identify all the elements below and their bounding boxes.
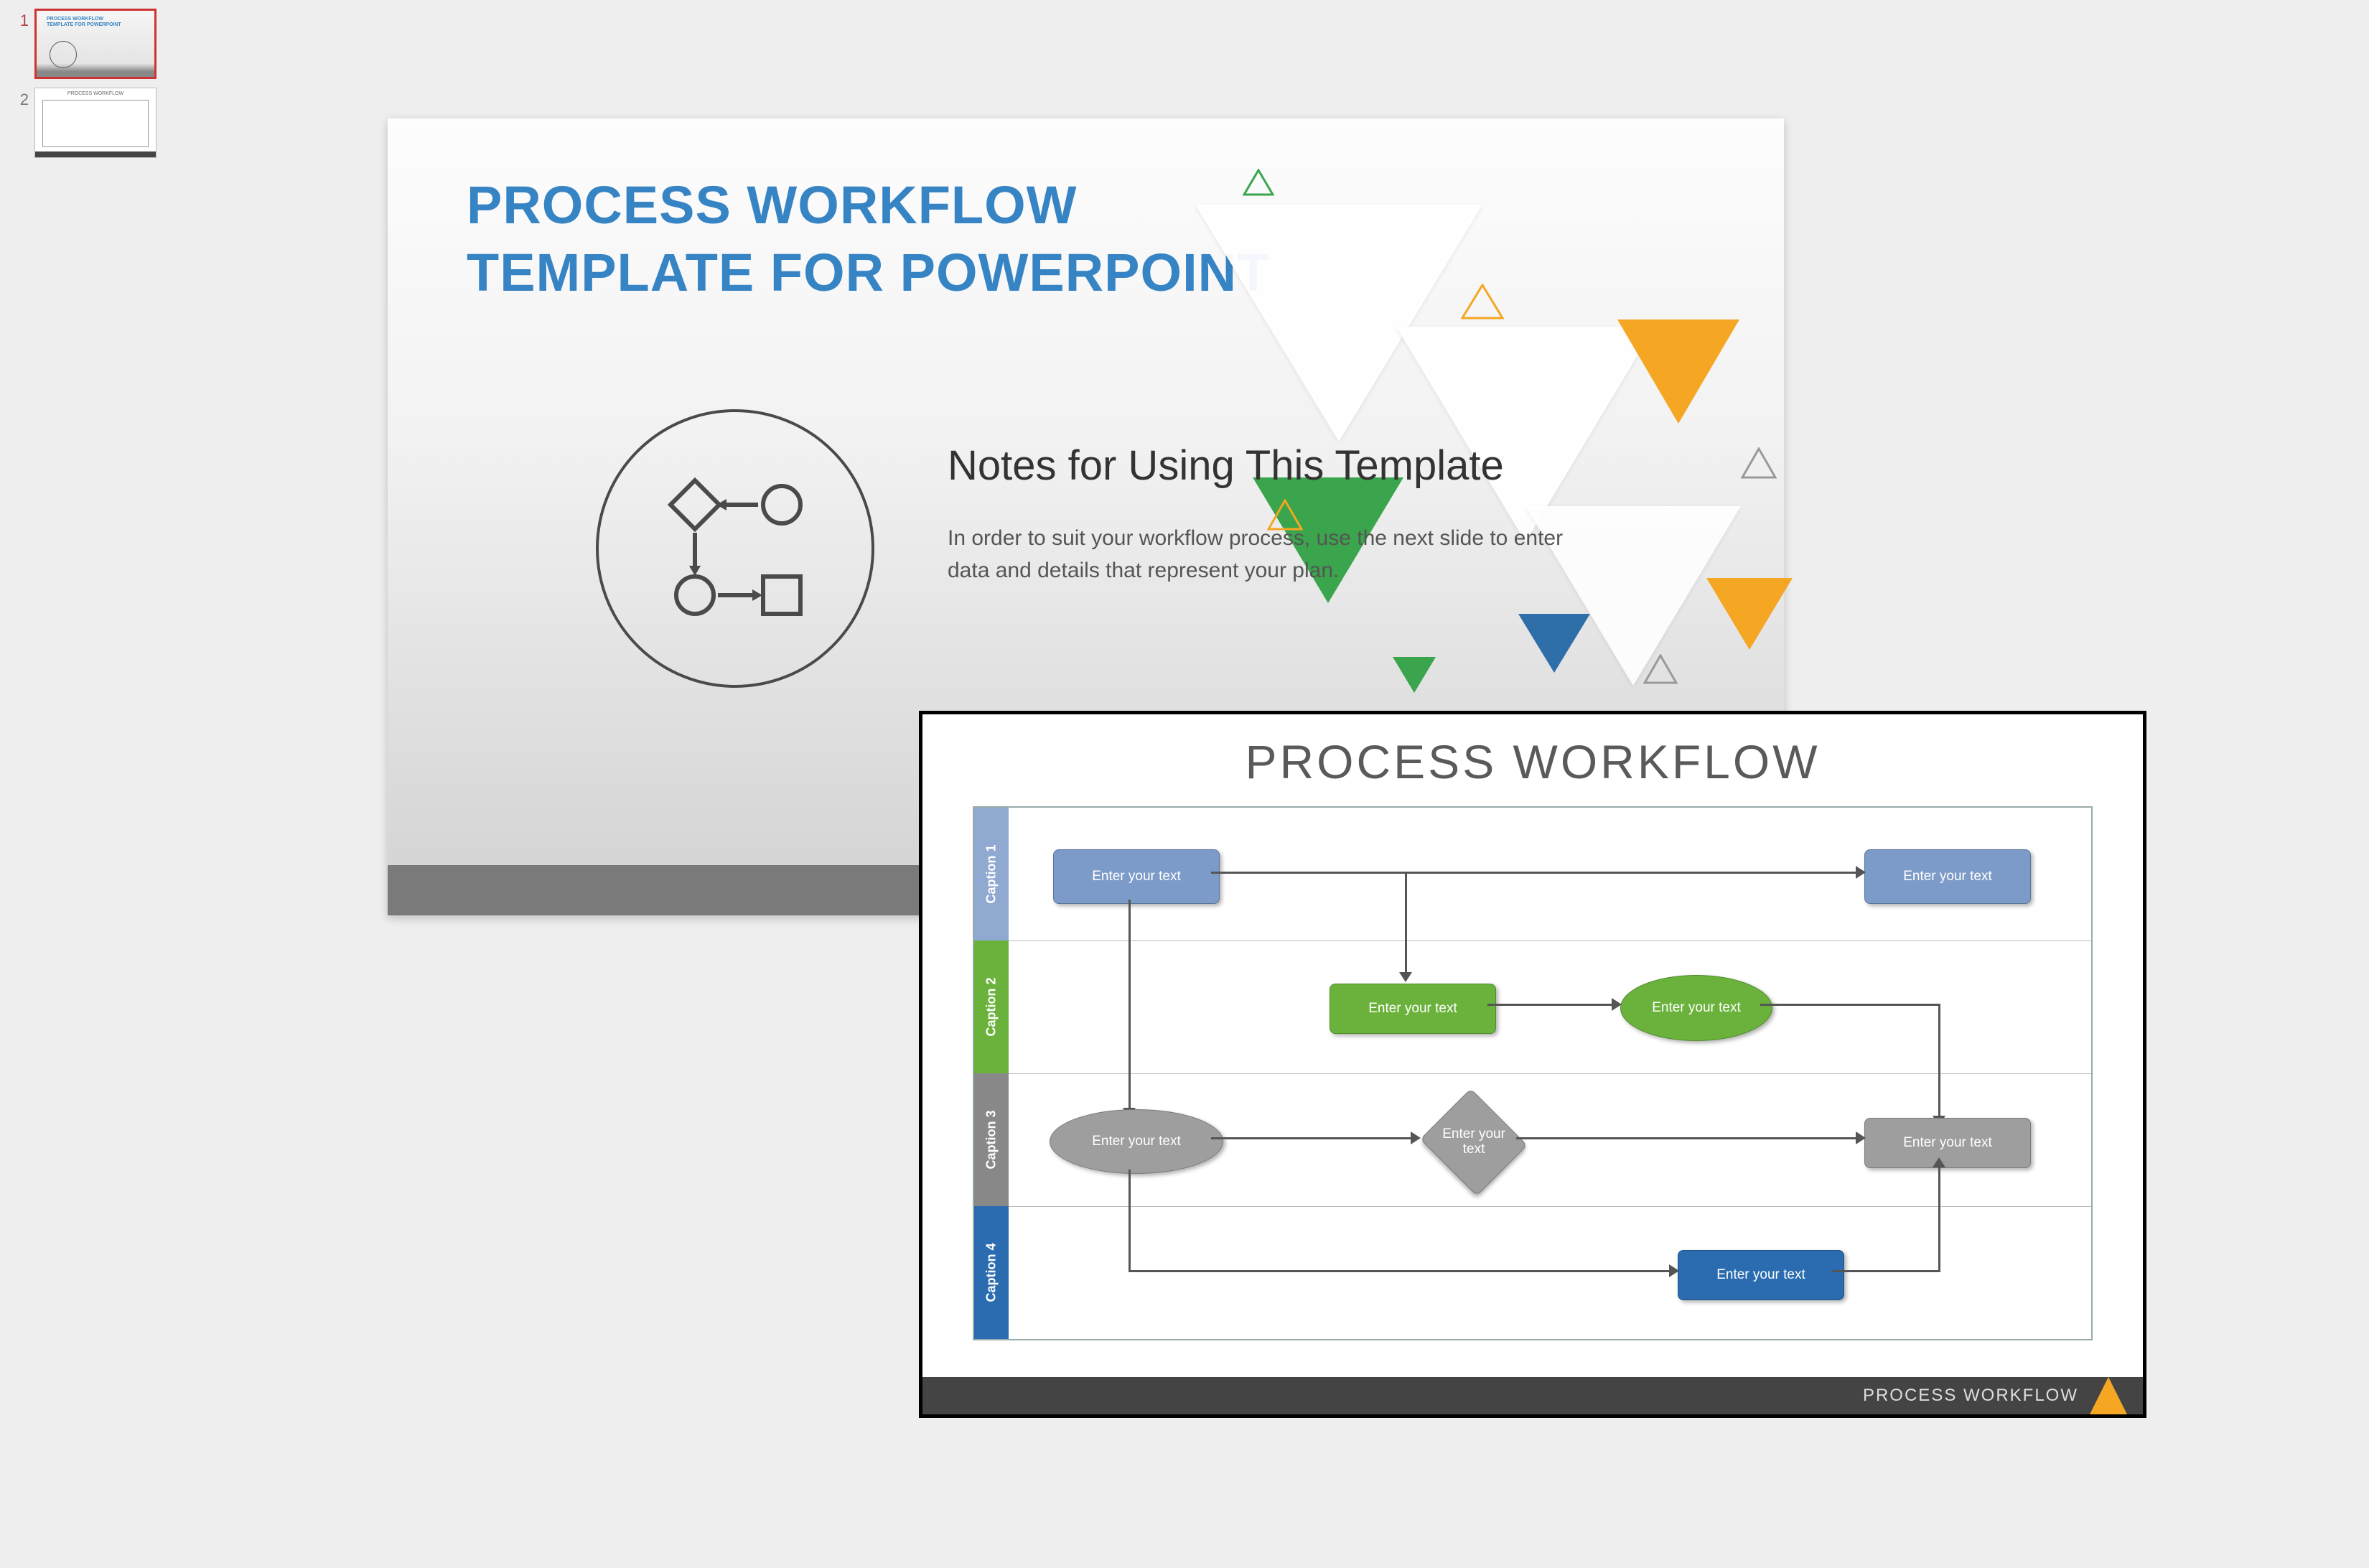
slide-1-thumbnail[interactable]: PROCESS WORKFLOWTEMPLATE FOR POWERPOINT [34, 9, 156, 79]
slide-2-thumbnail[interactable]: PROCESS WORKFLOW [34, 88, 156, 158]
lane-4-caption[interactable]: Caption 4 [974, 1206, 1009, 1339]
lane-2-caption[interactable]: Caption 2 [974, 941, 1009, 1073]
swimlane-diagram[interactable]: Caption 1 Caption 2 Caption 3 Caption 4 … [973, 806, 2093, 1340]
node-lane1-end[interactable]: Enter your text [1864, 849, 2031, 904]
node-lane3-rect[interactable]: Enter your text [1864, 1118, 2031, 1168]
lane-3-caption[interactable]: Caption 3 [974, 1073, 1009, 1206]
preview-slide-title[interactable]: PROCESS WORKFLOW [922, 714, 2143, 789]
node-lane4-rect[interactable]: Enter your text [1678, 1250, 1844, 1300]
lane-4: Caption 4 [974, 1206, 2091, 1339]
workflow-diagram-icon[interactable] [596, 409, 874, 688]
floating-slide-preview[interactable]: PROCESS WORKFLOW Caption 1 Caption 2 Cap… [919, 711, 2146, 1418]
preview-footer: PROCESS WORKFLOW [922, 1377, 2143, 1414]
slide-thumbnail-panel: 1 PROCESS WORKFLOWTEMPLATE FOR POWERPOIN… [0, 0, 179, 167]
slide-2-thumbnail-item[interactable]: 2 PROCESS WORKFLOW [0, 88, 179, 158]
slide-number: 1 [0, 9, 34, 30]
lane-1-caption[interactable]: Caption 1 [974, 808, 1009, 941]
node-lane2-rect[interactable]: Enter your text [1330, 984, 1496, 1034]
slide-title-line2[interactable]: TEMPLATE FOR POWERPOINT [467, 242, 1270, 303]
slide-1-thumbnail-item[interactable]: 1 PROCESS WORKFLOWTEMPLATE FOR POWERPOIN… [0, 9, 179, 79]
slide-number: 2 [0, 88, 34, 109]
node-lane3-ellipse[interactable]: Enter your text [1050, 1109, 1223, 1174]
notes-heading[interactable]: Notes for Using This Template [948, 442, 1504, 490]
lane-2: Caption 2 [974, 941, 2091, 1074]
slide-title-line1[interactable]: PROCESS WORKFLOW [467, 174, 1078, 235]
node-lane2-ellipse[interactable]: Enter your text [1620, 975, 1772, 1041]
notes-body[interactable]: In order to suit your workflow process, … [948, 522, 1594, 587]
node-lane1-start[interactable]: Enter your text [1053, 849, 1220, 904]
